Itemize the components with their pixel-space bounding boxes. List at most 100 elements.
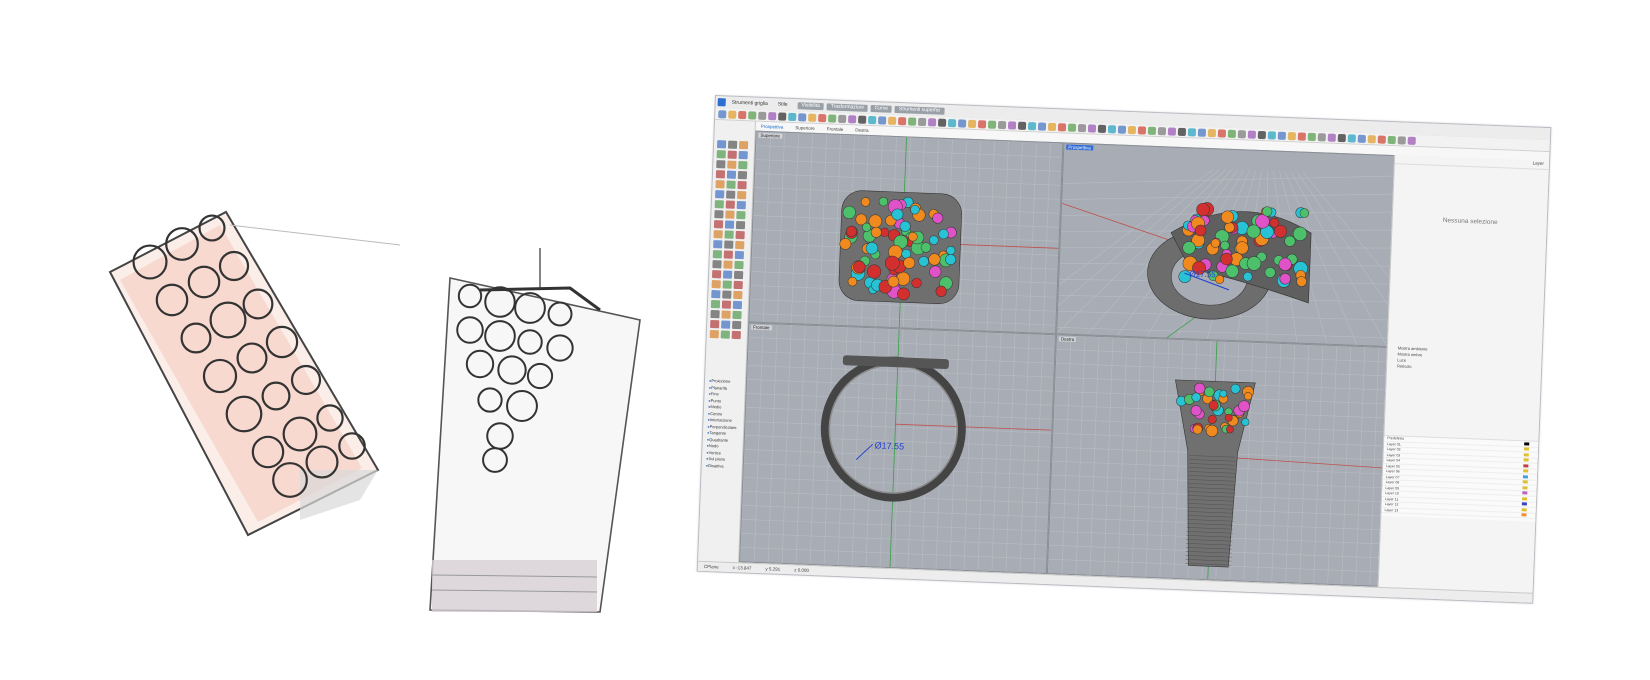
toolbar-tool-icon[interactable]: [1337, 133, 1346, 142]
viewport-perspective[interactable]: Ø17.55 Prospettiva: [1056, 142, 1396, 348]
toolbar-tool-icon[interactable]: [1207, 128, 1217, 137]
layer-color-swatch[interactable]: [1522, 491, 1528, 495]
layer-color-swatch[interactable]: [1523, 469, 1529, 473]
tool-palette-icon[interactable]: [723, 250, 734, 259]
tool-palette-icon[interactable]: [715, 190, 725, 199]
layer-color-swatch[interactable]: [1521, 502, 1527, 506]
tool-palette-icon[interactable]: [731, 330, 741, 340]
menu-item-style[interactable]: Stile: [778, 101, 788, 107]
toolbar-tool-icon[interactable]: [1257, 130, 1267, 139]
tool-palette-icon[interactable]: [710, 309, 720, 319]
tool-palette-icon[interactable]: [726, 170, 737, 179]
tool-palette-icon[interactable]: [737, 180, 747, 190]
toolbar-tool-icon[interactable]: [1247, 129, 1257, 139]
tool-palette-icon[interactable]: [721, 310, 731, 319]
tool-palette-icon[interactable]: [715, 170, 726, 179]
toolbar-tool-icon[interactable]: [957, 118, 967, 128]
toolbar-tool-icon[interactable]: [838, 114, 847, 123]
toolbar-tool-icon[interactable]: [1367, 134, 1376, 143]
tool-palette-icon[interactable]: [724, 240, 734, 249]
tool-palette-icon[interactable]: [723, 260, 733, 269]
toolbar-tool-icon[interactable]: [1157, 126, 1167, 135]
tool-palette-icon[interactable]: [722, 280, 732, 289]
tool-palette-icon[interactable]: [733, 280, 743, 290]
tool-palette-icon[interactable]: [713, 220, 724, 229]
layer-color-swatch[interactable]: [1523, 452, 1529, 457]
tool-palette-icon[interactable]: [710, 319, 720, 329]
toolbar-tool-icon[interactable]: [907, 116, 917, 126]
toolbar-tool-icon[interactable]: [1077, 123, 1087, 132]
tool-palette-icon[interactable]: [726, 190, 736, 199]
toolbar-tool-icon[interactable]: [1087, 123, 1097, 133]
toolbar-tool-icon[interactable]: [1237, 129, 1247, 138]
toolbar-tool-icon[interactable]: [898, 116, 907, 125]
toolbar-tool-icon[interactable]: [1117, 124, 1127, 134]
tool-palette-icon[interactable]: [727, 150, 737, 159]
tool-palette-icon[interactable]: [725, 210, 735, 219]
toolbar-tool-icon[interactable]: [798, 112, 807, 122]
osnap-item[interactable]: Disattiva: [706, 462, 736, 470]
toolbar-tool-icon[interactable]: [1307, 132, 1316, 141]
toolbar-tool-icon[interactable]: [1047, 122, 1057, 131]
toolbar-tool-icon[interactable]: [1217, 128, 1227, 138]
tool-palette-icon[interactable]: [722, 290, 732, 299]
tool-palette-icon[interactable]: [714, 210, 724, 219]
toolbar-tool-icon[interactable]: [1387, 135, 1396, 144]
toolbar-tool-icon[interactable]: [1137, 125, 1147, 135]
tool-palette-icon[interactable]: [710, 300, 721, 309]
toolbar-tool-icon[interactable]: [967, 119, 977, 128]
tool-palette-icon[interactable]: [732, 300, 743, 310]
menu-tab-visibility[interactable]: Visibilità: [797, 101, 824, 110]
toolbar-tool-icon[interactable]: [1027, 121, 1037, 130]
tool-palette-icon[interactable]: [733, 290, 743, 300]
tool-palette-icon[interactable]: [734, 250, 745, 260]
viewport-front[interactable]: Ø17.55 Frontale: [739, 322, 1057, 575]
menu-tab-transform[interactable]: Trasformazioni: [826, 102, 868, 112]
toolbar-tool-icon[interactable]: [927, 117, 937, 127]
tool-palette-icon[interactable]: [725, 200, 735, 209]
toolbar-tool-icon[interactable]: [1287, 131, 1297, 140]
toolbar-tool-icon[interactable]: [1037, 121, 1047, 131]
layer-color-swatch[interactable]: [1521, 513, 1527, 517]
toolbar-tool-icon[interactable]: [738, 110, 747, 119]
menu-tab-surface-tools[interactable]: Strumenti superfici: [894, 105, 945, 115]
tool-palette-icon[interactable]: [737, 170, 748, 180]
tool-palette-icon[interactable]: [724, 230, 734, 239]
layer-color-swatch[interactable]: [1523, 447, 1530, 451]
tool-palette-icon[interactable]: [711, 270, 722, 279]
tool-palette-icon[interactable]: [737, 190, 747, 200]
toolbar-tool-icon[interactable]: [788, 112, 797, 121]
tool-palette-icon[interactable]: [716, 160, 726, 169]
toolbar-tool-icon[interactable]: [1107, 124, 1117, 133]
toolbar-tool-icon[interactable]: [1377, 134, 1386, 144]
tab-front[interactable]: Frontale: [827, 126, 844, 132]
toolbar-tool-icon[interactable]: [808, 113, 817, 122]
tool-palette-icon[interactable]: [735, 240, 745, 250]
tool-palette-icon[interactable]: [712, 250, 723, 259]
toolbar-tool-icon[interactable]: [888, 116, 897, 125]
viewport-right[interactable]: Destra: [1046, 334, 1388, 587]
tool-palette-icon[interactable]: [715, 180, 725, 189]
menu-tab-curves[interactable]: Curve: [870, 104, 893, 113]
toolbar-tool-icon[interactable]: [917, 117, 927, 126]
menu-item-grid[interactable]: Strumenti griglia: [732, 100, 768, 107]
toolbar-tool-icon[interactable]: [1227, 129, 1237, 138]
toolbar-tool-icon[interactable]: [1297, 131, 1307, 141]
layer-color-swatch[interactable]: [1523, 463, 1529, 467]
toolbar-tool-icon[interactable]: [1187, 127, 1197, 136]
toolbar-tool-icon[interactable]: [1197, 128, 1207, 137]
toolbar-tool-icon[interactable]: [1017, 121, 1027, 130]
tool-palette-icon[interactable]: [713, 230, 723, 239]
tool-palette-icon[interactable]: [716, 150, 726, 159]
toolbar-tool-icon[interactable]: [987, 120, 997, 129]
tab-perspective[interactable]: Prospettiva: [761, 124, 784, 130]
tool-palette-icon[interactable]: [735, 230, 745, 240]
tool-palette-icon[interactable]: [714, 200, 724, 209]
toolbar-tool-icon[interactable]: [778, 111, 787, 121]
tool-palette-icon[interactable]: [727, 160, 737, 169]
layer-color-swatch[interactable]: [1522, 485, 1528, 489]
toolbar-tool-icon[interactable]: [1057, 122, 1067, 131]
layer-color-swatch[interactable]: [1521, 507, 1527, 511]
tool-palette-icon[interactable]: [721, 300, 732, 309]
toolbar-tool-icon[interactable]: [868, 115, 877, 124]
